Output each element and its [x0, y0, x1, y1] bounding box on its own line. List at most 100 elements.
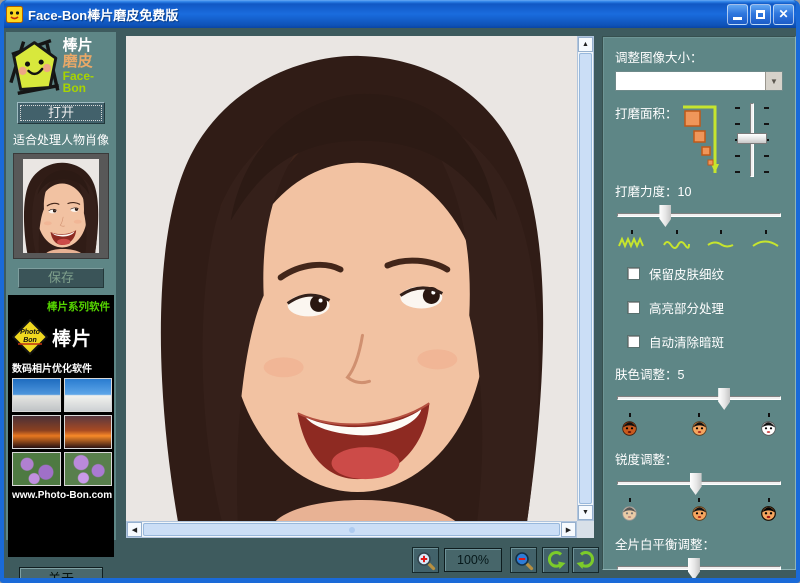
titlebar: Face-Bon棒片磨皮免费版 ✕: [0, 0, 800, 28]
app-window: Face-Bon棒片磨皮免费版 ✕ 棒片 磨皮: [0, 0, 800, 583]
face-bon-mascot-icon: [8, 37, 61, 97]
smooth-arc-icon: [752, 236, 780, 249]
promo-product-name: 棒片: [52, 324, 92, 351]
vertical-scroll-thumb[interactable]: [579, 53, 592, 504]
image-size-dropdown[interactable]: ▼: [615, 71, 783, 91]
promo-website-link[interactable]: www.Photo-Bon.com: [12, 490, 112, 501]
sidebar: 棒片 磨皮 Face-Bon 打开 适合处理人物肖像 保存 棒片系列软件 Pro…: [6, 32, 116, 540]
scroll-left-button[interactable]: ◀: [127, 522, 142, 537]
skin-tone-slider[interactable]: [615, 387, 783, 411]
vertical-scrollbar[interactable]: ▲ ▼: [577, 36, 594, 521]
logo-text-1: 棒片: [63, 38, 116, 54]
sample-image-sunset-before: [12, 415, 61, 449]
rotate-left-button[interactable]: [542, 547, 569, 573]
checkbox-label: 保留皮肤细纹: [649, 264, 724, 283]
close-icon: ✕: [778, 8, 788, 20]
promo-sample-grid: [12, 378, 112, 486]
polish-strength-label: 打磨力度：10: [615, 181, 783, 200]
badge-text-1: Photo: [12, 329, 48, 336]
dark-face-icon: [621, 419, 638, 436]
white-balance-slider-thumb[interactable]: [688, 558, 700, 580]
about-button[interactable]: 关于: [19, 567, 103, 583]
horizontal-scroll-thumb[interactable]: [143, 523, 560, 536]
strength-scale-icons: [615, 230, 783, 249]
dropdown-value: [616, 72, 765, 90]
badge-text-2: Bon: [12, 337, 48, 344]
portrait-hint-label: 适合处理人物肖像: [6, 131, 116, 148]
polish-area-slider[interactable]: [735, 101, 769, 179]
maximize-icon: [756, 10, 765, 19]
pale-face-icon: [760, 419, 777, 436]
scroll-left-icon: ◀: [132, 526, 137, 534]
checkbox-autoclean[interactable]: [627, 335, 640, 348]
preview-thumbnail-frame: [13, 153, 109, 259]
sample-image-sky-after: [64, 378, 113, 412]
sharpness-scale-icons: [615, 498, 783, 521]
minimize-icon: [733, 17, 742, 20]
checkbox-label: 高亮部分处理: [649, 298, 724, 317]
checkbox-row-autoclean[interactable]: 自动清除暗斑: [627, 332, 783, 351]
scroll-down-button[interactable]: ▼: [578, 505, 593, 520]
checkbox-keep-texture[interactable]: [627, 267, 640, 280]
close-button[interactable]: ✕: [773, 4, 794, 25]
save-button[interactable]: 保存: [18, 268, 104, 288]
app-icon: [6, 6, 23, 23]
promo-subtitle: 数码相片优化软件: [12, 360, 112, 375]
chevron-down-icon[interactable]: ▼: [765, 72, 782, 90]
skin-tone-label: 肤色调整：5: [615, 364, 783, 383]
open-button[interactable]: 打开: [17, 102, 105, 124]
polish-area-slider-thumb[interactable]: [737, 133, 767, 144]
controls-panel: 调整图像大小： ▼ 打磨面积：: [602, 36, 796, 570]
photo-canvas: [126, 36, 577, 521]
checkbox-label: 自动清除暗斑: [649, 332, 724, 351]
scroll-grip: [349, 527, 355, 533]
checkbox-highlight[interactable]: [627, 301, 640, 314]
window-title: Face-Bon棒片磨皮免费版: [28, 5, 178, 24]
logo-text-3: Face-Bon: [63, 70, 116, 95]
photo-bon-badge-icon: Photo Bon: [12, 319, 48, 355]
zoom-out-button[interactable]: [510, 547, 537, 573]
slider-track[interactable]: [617, 213, 781, 217]
rotate-right-icon: [576, 550, 596, 570]
image-canvas-area: ▲ ▼ ◀ ▶: [126, 36, 594, 538]
rotate-left-icon: [546, 550, 566, 570]
skin-tone-slider-thumb[interactable]: [718, 388, 730, 410]
promo-series-label: 棒片系列软件: [10, 297, 112, 317]
sample-image-flower-after: [64, 452, 113, 486]
sharpness-label: 锐度调整：: [615, 449, 783, 468]
zoom-out-icon: [513, 550, 534, 571]
horizontal-scrollbar[interactable]: ◀ ▶: [126, 521, 577, 538]
blurry-face-icon: [621, 504, 638, 521]
white-balance-label: 全片白平衡调整：: [615, 534, 783, 553]
polish-area-label: 打磨面积：: [615, 101, 679, 179]
preview-thumbnail: [23, 159, 99, 253]
sample-image-sky-before: [12, 378, 61, 412]
rough-wave-icon: [618, 236, 646, 249]
minimize-button[interactable]: [727, 4, 748, 25]
sharpness-slider-thumb[interactable]: [690, 473, 702, 495]
polish-strength-slider[interactable]: [615, 204, 783, 228]
checkbox-row-keep-texture[interactable]: 保留皮肤细纹: [627, 264, 783, 283]
resize-label: 调整图像大小：: [615, 47, 783, 66]
checkbox-row-highlight[interactable]: 高亮部分处理: [627, 298, 783, 317]
sample-image-flower-before: [12, 452, 61, 486]
medium-wave-icon: [663, 236, 691, 249]
polish-area-diagram-icon: [679, 101, 719, 179]
scroll-up-button[interactable]: ▲: [578, 37, 593, 52]
rotate-right-button[interactable]: [572, 547, 599, 573]
white-balance-slider[interactable]: [615, 557, 783, 581]
slider-track[interactable]: [617, 396, 781, 400]
sharpness-slider[interactable]: [615, 472, 783, 496]
zoom-level-display: 100%: [444, 548, 502, 572]
sharp-face-icon: [760, 504, 777, 521]
polish-strength-slider-thumb[interactable]: [659, 205, 671, 227]
logo-text-2: 磨皮: [63, 54, 116, 70]
scroll-right-button[interactable]: ▶: [561, 522, 576, 537]
promo-panel: 棒片系列软件 Professional Digital Image Softwa…: [8, 295, 114, 557]
scroll-up-icon: ▲: [582, 41, 589, 48]
maximize-button[interactable]: [750, 4, 771, 25]
normal-face-icon: [691, 504, 708, 521]
skin-tone-scale-icons: [615, 413, 783, 436]
scroll-down-icon: ▼: [582, 509, 589, 516]
zoom-in-button[interactable]: [412, 547, 439, 573]
